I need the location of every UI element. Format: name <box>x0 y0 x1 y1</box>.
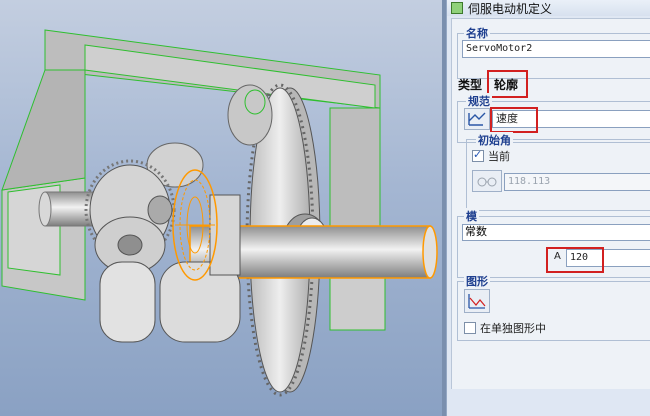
initial-angle-input[interactable]: 118.113 <box>504 173 650 191</box>
gear-assembly-model <box>1 29 438 397</box>
dialog-titlebar[interactable]: 伺服电动机定义 <box>447 0 650 16</box>
graph-icon[interactable] <box>464 289 490 313</box>
current-label: 当前 <box>488 150 510 163</box>
tab-type[interactable]: 类型 <box>458 76 482 93</box>
dialog-panel: 名称 ServoMotor2 类型 轮廓 规范 速度 初始角 当前 118.11… <box>451 18 650 389</box>
separate-graph-label: 在单独图形中 <box>480 322 546 335</box>
spec-highlight-box <box>490 107 538 133</box>
initial-angle-label: 初始角 <box>476 132 513 148</box>
model-viewport[interactable] <box>0 0 442 416</box>
separate-graph-checkbox[interactable] <box>464 322 476 334</box>
param-highlight-box <box>546 247 604 273</box>
servo-motor-dialog: 伺服电动机定义 名称 ServoMotor2 类型 轮廓 规范 速度 初始角 当… <box>446 0 650 416</box>
dialog-icon <box>451 2 463 14</box>
tab-highlight-box <box>487 70 528 98</box>
graph-label: 图形 <box>464 273 490 289</box>
spec-icon[interactable] <box>464 108 490 130</box>
module-select[interactable]: 常数 <box>462 224 650 241</box>
module-label: 模 <box>464 208 479 224</box>
measure-icon[interactable] <box>472 170 502 192</box>
dialog-title: 伺服电动机定义 <box>468 2 553 16</box>
spec-label: 规范 <box>466 93 492 109</box>
name-input[interactable]: ServoMotor2 <box>462 40 650 58</box>
name-label: 名称 <box>464 25 490 41</box>
current-checkbox[interactable] <box>472 148 484 162</box>
